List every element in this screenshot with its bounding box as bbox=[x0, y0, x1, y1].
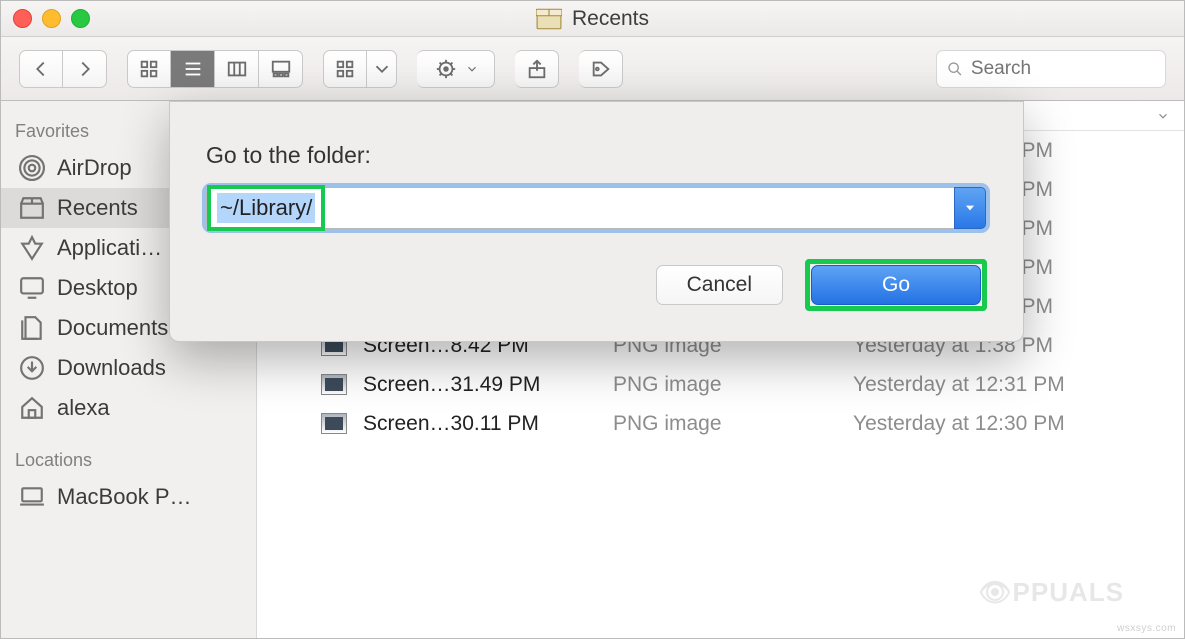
chevron-down-icon bbox=[963, 201, 977, 215]
column-view-button[interactable] bbox=[215, 50, 259, 88]
sidebar-item-downloads[interactable]: Downloads bbox=[1, 348, 256, 388]
file-date: Yesterday at 12:31 PM bbox=[853, 373, 1065, 397]
file-row[interactable]: Screen…31.49 PMPNG imageYesterday at 12:… bbox=[257, 365, 1184, 404]
applications-icon bbox=[19, 235, 45, 261]
traffic-lights bbox=[13, 9, 90, 28]
source-watermark: wsxsys.com bbox=[1117, 623, 1176, 634]
group-by-control[interactable] bbox=[323, 50, 397, 88]
action-menu-button[interactable] bbox=[417, 50, 495, 88]
airdrop-icon bbox=[19, 155, 45, 181]
sidebar-item-label: AirDrop bbox=[57, 155, 132, 181]
toolbar bbox=[1, 37, 1184, 101]
desktop-icon bbox=[19, 275, 45, 301]
file-name: Screen…30.11 PM bbox=[363, 412, 613, 436]
sidebar-item-label: Applicati… bbox=[57, 235, 162, 261]
home-icon bbox=[19, 395, 45, 421]
minimize-window-button[interactable] bbox=[42, 9, 61, 28]
dialog-prompt: Go to the folder: bbox=[206, 142, 987, 169]
go-to-folder-dialog: Go to the folder: ~/Library/ Cancel Go bbox=[169, 101, 1024, 342]
gallery-view-button[interactable] bbox=[259, 50, 303, 88]
documents-icon bbox=[19, 315, 45, 341]
group-by-icon bbox=[323, 50, 367, 88]
sidebar-item-label: alexa bbox=[57, 395, 110, 421]
folder-path-combobox[interactable]: ~/Library/ bbox=[206, 187, 986, 229]
file-thumbnail-icon bbox=[321, 374, 347, 395]
finder-window: Recents Favorites bbox=[0, 0, 1185, 639]
sidebar-item-macbook[interactable]: MacBook P… bbox=[1, 477, 256, 517]
file-date: Yesterday at 12:30 PM bbox=[853, 412, 1065, 436]
search-input[interactable] bbox=[971, 58, 1155, 80]
recents-icon bbox=[19, 195, 45, 221]
sidebar-item-label: MacBook P… bbox=[57, 484, 192, 510]
back-button[interactable] bbox=[19, 50, 63, 88]
chevron-down-icon bbox=[367, 50, 397, 88]
cancel-button[interactable]: Cancel bbox=[656, 265, 783, 305]
list-view-button[interactable] bbox=[171, 50, 215, 88]
sidebar-item-label: Recents bbox=[57, 195, 138, 221]
sidebar-item-home[interactable]: alexa bbox=[1, 388, 256, 428]
go-button-highlight: Go bbox=[805, 259, 987, 311]
brand-watermark: 👁PPUALS bbox=[979, 577, 1124, 608]
search-icon bbox=[947, 60, 963, 78]
sidebar-item-label: Documents bbox=[57, 315, 168, 341]
titlebar: Recents bbox=[1, 1, 1184, 37]
combobox-dropdown-button[interactable] bbox=[954, 187, 986, 229]
icon-view-button[interactable] bbox=[127, 50, 171, 88]
folder-path-input[interactable]: ~/Library/ bbox=[206, 187, 954, 229]
laptop-icon bbox=[19, 484, 45, 510]
tags-button[interactable] bbox=[579, 50, 623, 88]
file-kind: PNG image bbox=[613, 412, 853, 436]
file-thumbnail-icon bbox=[321, 413, 347, 434]
file-name: Screen…31.49 PM bbox=[363, 373, 613, 397]
view-buttons bbox=[127, 50, 303, 88]
search-field[interactable] bbox=[936, 50, 1166, 88]
sidebar-item-label: Downloads bbox=[57, 355, 166, 381]
close-window-button[interactable] bbox=[13, 9, 32, 28]
sidebar-section-locations: Locations bbox=[1, 442, 256, 477]
file-row[interactable]: Screen…30.11 PMPNG imageYesterday at 12:… bbox=[257, 404, 1184, 443]
nav-buttons bbox=[19, 50, 107, 88]
forward-button[interactable] bbox=[63, 50, 107, 88]
sidebar-item-label: Desktop bbox=[57, 275, 138, 301]
go-button[interactable]: Go bbox=[811, 265, 981, 305]
downloads-icon bbox=[19, 355, 45, 381]
window-title: Recents bbox=[572, 7, 649, 31]
zoom-window-button[interactable] bbox=[71, 9, 90, 28]
folder-path-value: ~/Library/ bbox=[217, 193, 315, 223]
chevron-down-icon bbox=[1156, 109, 1170, 123]
recents-title-icon bbox=[536, 8, 562, 30]
file-kind: PNG image bbox=[613, 373, 853, 397]
share-button[interactable] bbox=[515, 50, 559, 88]
